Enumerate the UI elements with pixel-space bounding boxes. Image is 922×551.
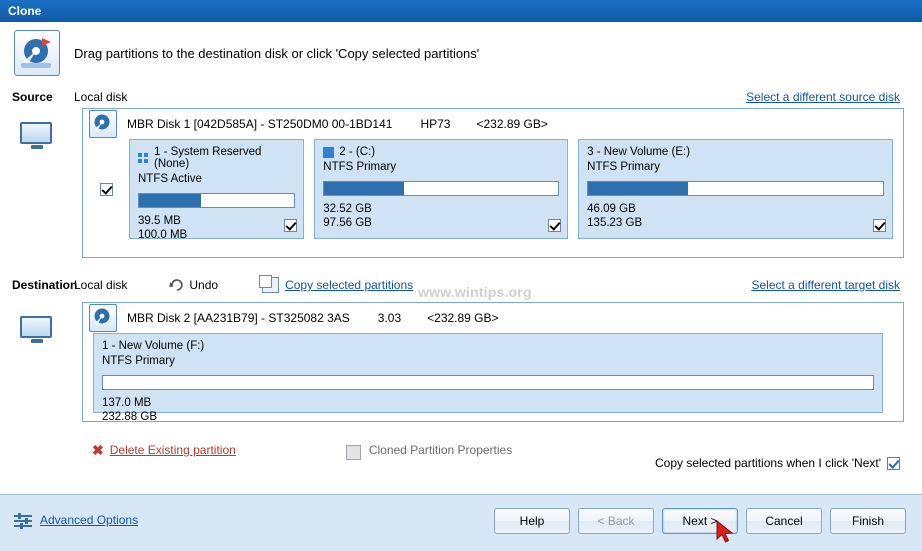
source-disk-title: MBR Disk 1 [042D585A] - ST250DM0 00-1BD1… <box>127 117 393 131</box>
select-different-source-disk-link[interactable]: Select a different source disk <box>746 90 900 104</box>
partition-name-row: 2 - (C:) <box>323 146 559 158</box>
windows-logo-icon <box>138 152 149 164</box>
destination-disk-panel[interactable]: MBR Disk 2 [AA231B79] - ST325082 3AS 3.0… <box>82 302 904 423</box>
source-location: Local disk <box>74 90 128 104</box>
destination-disk-title: MBR Disk 2 [AA231B79] - ST325082 3AS <box>127 311 350 325</box>
advanced-options-group[interactable]: Advanced Options <box>14 513 138 529</box>
window-title: Clone <box>8 4 42 18</box>
finish-button[interactable]: Finish <box>830 508 906 534</box>
partition-item[interactable]: 1 - System Reserved (None) NTFS Active 3… <box>129 139 305 241</box>
partition-name-row: 3 - New Volume (E:) <box>587 146 884 158</box>
partition-used: 46.09 GB <box>587 203 636 215</box>
clone-disk-icon <box>14 30 60 76</box>
window-title-bar: Clone <box>0 0 922 23</box>
partition-type: NTFS Primary <box>587 161 660 173</box>
copy-icon[interactable] <box>259 275 280 293</box>
destination-disk-size: <232.89 GB> <box>427 311 499 325</box>
partition-item[interactable]: 1 - New Volume (F:) NTFS Primary 137.0 M… <box>93 333 883 423</box>
source-partitions: 1 - System Reserved (None) NTFS Active 3… <box>83 139 903 241</box>
partition-checkbox[interactable] <box>873 219 886 232</box>
partition-total: 97.56 GB <box>323 217 372 230</box>
partition-name: 1 - System Reserved (None) <box>154 146 262 170</box>
source-disk-header: MBR Disk 1 [042D585A] - ST250DM0 00-1BD1… <box>83 109 903 139</box>
partition-sizes: 32.52 GB 97.56 GB <box>323 202 559 231</box>
source-disk-select-checkbox[interactable] <box>93 139 119 239</box>
partition-type: NTFS Active <box>138 173 202 185</box>
disk-icon <box>89 304 117 332</box>
back-button: < Back <box>578 508 654 534</box>
destination-label: Destination <box>12 278 78 292</box>
cloned-partition-properties-icon <box>345 444 361 460</box>
source-disk-size: <232.89 GB> <box>476 117 548 131</box>
partition-name: 2 - (C:) <box>339 146 376 158</box>
destination-disk-model: 3.03 <box>377 311 402 325</box>
mouse-cursor <box>715 519 737 546</box>
help-button[interactable]: Help <box>494 508 570 534</box>
source-header-row: Source Local disk Select a different sou… <box>0 86 922 108</box>
footer-bar: Advanced Options Help < Back Next > Canc… <box>0 494 922 551</box>
destination-panel-wrap: MBR Disk 2 [AA231B79] - ST325082 3AS 3.0… <box>0 302 922 423</box>
destination-disk-header: MBR Disk 2 [AA231B79] - ST325082 3AS 3.0… <box>83 303 903 333</box>
copy-when-next-checkbox[interactable] <box>887 456 900 470</box>
source-disk-model: HP73 <box>420 117 451 131</box>
destination-location: Local disk <box>74 278 128 292</box>
source-computer-icon <box>12 108 82 258</box>
partition-checkbox[interactable] <box>548 219 562 232</box>
undo-icon[interactable] <box>169 279 185 291</box>
partition-total: 232.88 GB <box>102 411 157 424</box>
copy-selected-partitions-link[interactable]: Copy selected partitions <box>285 278 413 292</box>
checkbox-glyph <box>99 182 113 196</box>
partition-name: 1 - New Volume (F:) <box>102 340 205 352</box>
destination-partitions: 1 - New Volume (F:) NTFS Primary 137.0 M… <box>83 333 903 423</box>
footer-buttons: Help < Back Next > Cancel Finish <box>494 508 906 534</box>
source-label: Source <box>12 90 53 104</box>
partition-usage-bar <box>138 193 296 208</box>
partition-item[interactable]: 3 - New Volume (E:) NTFS Primary 46.09 G… <box>578 139 893 239</box>
delete-existing-partition-link[interactable]: Delete Existing partition <box>110 443 236 457</box>
partition-name: 3 - New Volume (E:) <box>587 146 691 158</box>
advanced-options-link[interactable]: Advanced Options <box>40 513 138 527</box>
clone-content-area: Drag partitions to the destination disk … <box>0 22 922 494</box>
partition-sizes: 137.0 MB 232.88 GB <box>102 396 874 425</box>
cancel-button[interactable]: Cancel <box>746 508 822 534</box>
partition-usage-bar <box>102 375 874 390</box>
cloned-partition-properties-label: Cloned Partition Properties <box>368 443 513 457</box>
partition-sizes: 39.5 MB 100.0 MB <box>138 214 295 243</box>
partition-total: 135.23 GB <box>587 217 643 230</box>
partition-checkbox[interactable] <box>284 219 298 232</box>
delete-x-icon: ✖ <box>92 441 104 458</box>
partition-type: NTFS Primary <box>102 355 175 367</box>
instruction-text: Drag partitions to the destination disk … <box>74 45 480 61</box>
partition-used: 32.52 GB <box>323 203 372 215</box>
partition-type: NTFS Primary <box>323 161 397 173</box>
copy-when-next-row[interactable]: Copy selected partitions when I click 'N… <box>655 456 900 470</box>
sliders-icon <box>14 513 32 529</box>
select-different-target-disk-link[interactable]: Select a different target disk <box>751 278 900 292</box>
instruction-banner: Drag partitions to the destination disk … <box>0 22 922 84</box>
partition-name-row: 1 - System Reserved (None) <box>138 146 295 170</box>
partition-sizes: 46.09 GB 135.23 GB <box>587 202 884 231</box>
partition-total: 100.0 MB <box>138 229 188 242</box>
source-disk-panel[interactable]: MBR Disk 1 [042D585A] - ST250DM0 00-1BD1… <box>82 108 904 258</box>
partition-usage-bar <box>587 181 884 196</box>
partition-usage-bar <box>323 181 560 196</box>
copy-when-next-label: Copy selected partitions when I click 'N… <box>654 456 881 470</box>
partition-item[interactable]: 2 - (C:) NTFS Primary 32.52 GB 97.56 GB <box>314 139 569 239</box>
partition-name-row: 1 - New Volume (F:) <box>102 340 874 352</box>
disk-icon <box>89 110 117 138</box>
blue-square-icon <box>323 146 335 158</box>
undo-label[interactable]: Undo <box>189 278 218 292</box>
source-panel-wrap: MBR Disk 1 [042D585A] - ST250DM0 00-1BD1… <box>0 108 922 258</box>
destination-header-row: Destination Local disk Undo Copy selecte… <box>0 272 922 298</box>
partition-used: 137.0 MB <box>102 397 152 409</box>
destination-computer-icon <box>12 302 82 422</box>
clone-wizard-window: Drag partitions to the destination disk … <box>0 22 922 551</box>
partition-used: 39.5 MB <box>138 215 181 227</box>
